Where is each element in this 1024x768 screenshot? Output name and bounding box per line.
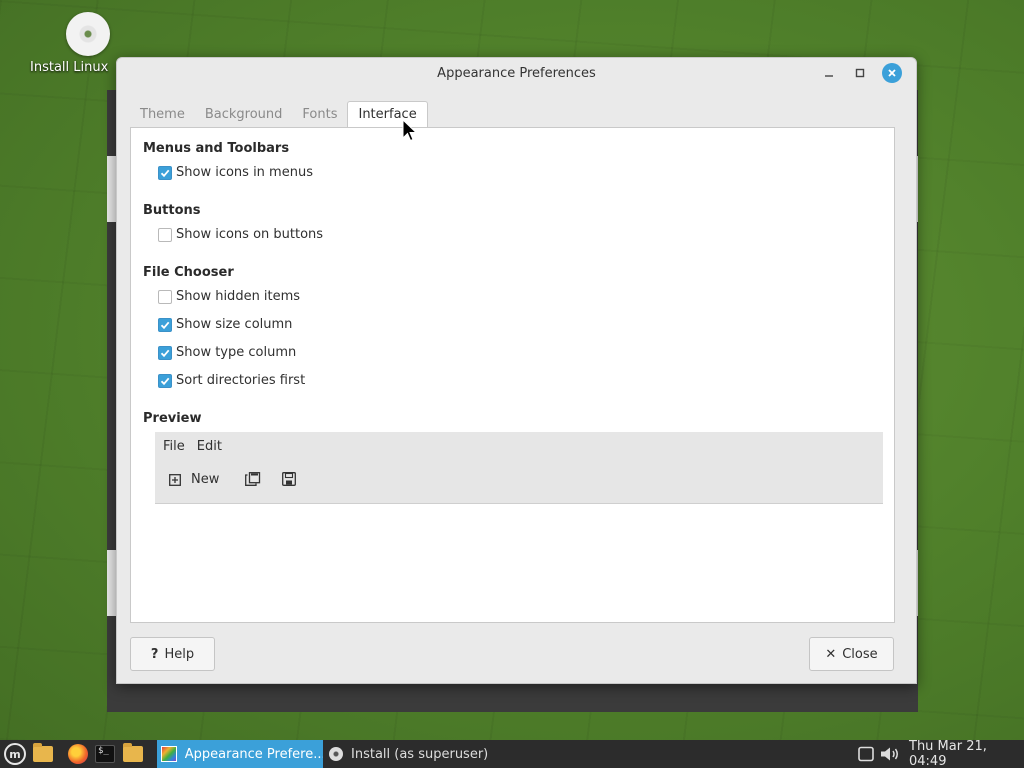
checkbox-label: Show size column (176, 317, 293, 332)
disc-icon (329, 747, 343, 761)
checkbox-label: Show icons on buttons (176, 227, 324, 242)
checkbox-sort-directories-first[interactable]: Sort directories first (158, 373, 305, 388)
taskbar: m $_ Appearance Prefere... Install (as s… (0, 739, 1024, 768)
close-icon: ✕ (825, 646, 837, 662)
checkbox-label: Show hidden items (176, 289, 301, 304)
checkbox-checked-icon (158, 317, 172, 332)
maximize-button[interactable] (851, 64, 869, 82)
checkbox-label: Sort directories first (176, 373, 306, 388)
checkbox-show-size-column[interactable]: Show size column (158, 317, 292, 332)
preview-menu-edit[interactable]: Edit (197, 439, 230, 454)
checkbox-unchecked-icon (158, 227, 172, 242)
checkbox-show-hidden-items[interactable]: Show hidden items (158, 289, 300, 304)
title-bar[interactable]: Appearance Preferences (117, 58, 916, 88)
section-title-file-chooser: File Chooser (143, 265, 234, 280)
close-button[interactable]: ✕ Close (809, 637, 894, 671)
checkbox-label: Show icons in menus (176, 165, 313, 180)
minimize-button[interactable] (820, 64, 838, 82)
taskbar-item-install[interactable]: Install (as superuser) (323, 740, 493, 768)
checkbox-label: Show type column (176, 345, 297, 360)
taskbar-item-appearance-preferences[interactable]: Appearance Prefere... (157, 740, 323, 768)
appearance-preferences-dialog: Appearance Preferences Theme Background … (116, 57, 917, 684)
disc-icon (66, 12, 110, 56)
tab-bar: Theme Background Fonts Interface (130, 101, 428, 128)
preview-copy-button[interactable] (245, 472, 261, 486)
launcher-terminal[interactable]: $_ (95, 740, 115, 768)
folder-icon (33, 743, 53, 762)
section-title-buttons: Buttons (143, 203, 201, 218)
close-window-button[interactable] (882, 63, 902, 83)
tab-fonts[interactable]: Fonts (292, 102, 347, 128)
help-button-label: Help (164, 646, 195, 662)
preview-menu-file[interactable]: File (163, 439, 193, 454)
mint-logo-icon: m (4, 743, 26, 765)
launcher-files[interactable] (33, 740, 53, 768)
maximize-icon (855, 68, 865, 78)
checkbox-checked-icon (158, 345, 172, 360)
checkbox-checked-icon (158, 373, 172, 388)
minimize-icon (825, 75, 833, 77)
section-title-preview: Preview (143, 411, 202, 426)
launcher-file-manager[interactable] (123, 740, 143, 768)
preview-new-button[interactable]: New (169, 472, 219, 487)
close-icon (888, 69, 896, 77)
window-title: Appearance Preferences (437, 66, 596, 81)
folder-icon (123, 743, 143, 762)
taskbar-item-label: Appearance Prefere... (184, 746, 323, 762)
tray-volume[interactable] (880, 740, 900, 768)
launcher-firefox[interactable] (68, 740, 88, 768)
clock[interactable]: Thu Mar 21, 04:49 (909, 739, 1024, 768)
terminal-icon: $_ (95, 745, 115, 763)
help-button[interactable]: ? Help (130, 637, 215, 671)
checkbox-unchecked-icon (158, 289, 172, 304)
preview-area: File Edit New (155, 432, 883, 504)
volume-icon (881, 747, 898, 761)
appearance-app-icon (161, 746, 177, 762)
preview-save-button[interactable] (282, 472, 296, 486)
add-icon (169, 473, 181, 486)
save-icon (282, 472, 296, 486)
checkbox-show-icons-on-buttons[interactable]: Show icons on buttons (158, 227, 323, 242)
mouse-cursor-icon (402, 119, 418, 142)
help-icon: ? (150, 646, 159, 662)
checkbox-show-icons-in-menus[interactable]: Show icons in menus (158, 165, 313, 180)
copy-icon (245, 472, 261, 486)
tray-display[interactable] (858, 740, 874, 768)
tab-background[interactable]: Background (195, 102, 293, 128)
preview-new-label: New (191, 472, 220, 487)
firefox-icon (68, 744, 88, 764)
start-menu-button[interactable]: m (4, 740, 26, 768)
interface-tab-panel: Menus and Toolbars Show icons in menus B… (130, 127, 895, 623)
checkbox-checked-icon (158, 165, 172, 180)
preview-menubar: File Edit (163, 439, 234, 454)
tab-theme[interactable]: Theme (130, 102, 195, 128)
close-button-label: Close (842, 646, 878, 662)
display-icon (858, 746, 874, 762)
checkbox-show-type-column[interactable]: Show type column (158, 345, 296, 360)
taskbar-item-label: Install (as superuser) (351, 746, 489, 762)
section-title-menus: Menus and Toolbars (143, 141, 290, 156)
